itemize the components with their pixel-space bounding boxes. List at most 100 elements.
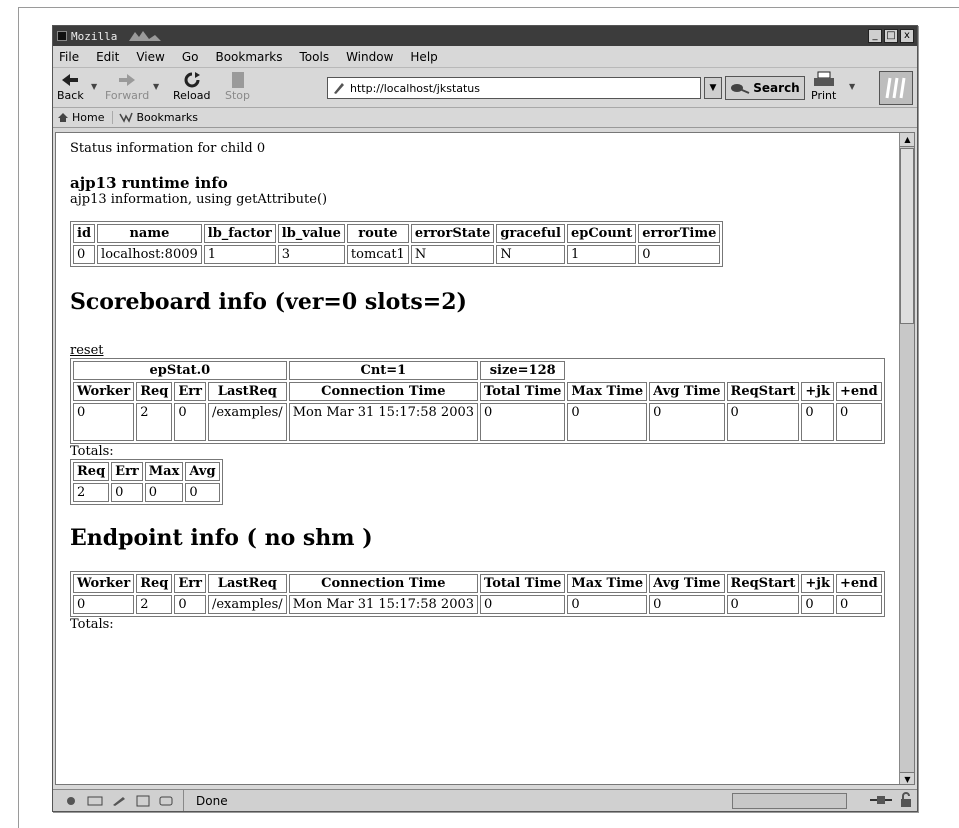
table-header-cell: Avg <box>185 462 220 481</box>
status-bar: Done <box>53 789 917 811</box>
table-cell: 0 <box>73 245 96 264</box>
window-controls: _ □ x <box>868 29 914 43</box>
table-row: 2 0 0 0 <box>73 483 220 502</box>
url-input[interactable]: http://localhost/jkstatus <box>327 77 701 99</box>
table-header-cell: Worker <box>73 574 135 593</box>
table-cell: 0 <box>174 595 206 614</box>
personal-toolbar: Home Bookmarks <box>53 108 917 128</box>
home-button[interactable]: Home <box>57 111 114 124</box>
print-label: Print <box>811 89 837 102</box>
reset-link[interactable]: reset <box>70 343 104 358</box>
table-cell: 0 <box>174 403 206 441</box>
table-header-cell: epStat.0 <box>73 361 287 380</box>
mozilla-throbber-icon[interactable] <box>879 71 913 105</box>
menu-window[interactable]: Window <box>346 50 393 64</box>
title-bar[interactable]: Mozilla _ □ x <box>53 26 917 46</box>
security-lock-icon[interactable] <box>899 792 913 811</box>
bookmarks-icon <box>119 112 134 123</box>
table-cell: Mon Mar 31 15:17:58 2003 <box>288 403 479 441</box>
back-dropdown-icon[interactable]: ▼ <box>91 82 97 91</box>
stop-icon <box>227 71 249 89</box>
menu-file[interactable]: File <box>59 50 79 64</box>
print-dropdown-icon[interactable]: ▼ <box>849 82 855 91</box>
forward-button[interactable]: Forward <box>105 71 149 102</box>
menu-tools[interactable]: Tools <box>300 50 330 64</box>
reload-label: Reload <box>173 89 211 102</box>
table-cell: 1 <box>203 245 276 264</box>
table-header-cell: name <box>97 224 202 243</box>
menu-go[interactable]: Go <box>182 50 199 64</box>
search-icon <box>731 84 750 94</box>
vertical-scrollbar[interactable]: ▲ ▼ <box>899 133 914 784</box>
table-cell: 0 <box>801 595 834 614</box>
table-cell: 0 <box>185 483 220 502</box>
minimize-button[interactable]: _ <box>868 29 882 43</box>
address-book-icon[interactable] <box>135 795 151 807</box>
chat-icon[interactable] <box>159 795 175 807</box>
table-cell: 3 <box>277 245 345 264</box>
print-button[interactable]: Print <box>811 71 836 102</box>
reload-button[interactable]: Reload <box>173 71 210 102</box>
table-header-cell: Worker <box>73 382 135 401</box>
scoreboard-heading: Scoreboard info (ver=0 slots=2) <box>70 289 467 315</box>
maximize-button[interactable]: □ <box>884 29 898 43</box>
home-label: Home <box>72 111 105 124</box>
search-button[interactable]: Search <box>725 76 805 100</box>
window-title: Mozilla <box>71 29 118 43</box>
navigator-icon[interactable] <box>63 795 79 807</box>
url-dropdown-button[interactable]: ▼ <box>704 77 722 99</box>
table-cell: 0 <box>801 403 834 441</box>
menu-bookmarks[interactable]: Bookmarks <box>215 50 282 64</box>
composer-icon[interactable] <box>111 795 127 807</box>
table-header-cell: Total Time <box>480 574 566 593</box>
scroll-thumb[interactable] <box>900 148 914 324</box>
progress-bar <box>732 793 847 809</box>
table-cell: 0 <box>835 595 882 614</box>
table-group-header-row: epStat.0 Cnt=1 size=128 <box>73 361 882 380</box>
table-header-cell: +jk <box>801 382 834 401</box>
table-cell: 0 <box>73 403 135 441</box>
table-cell: 0 <box>835 403 882 441</box>
reload-icon <box>181 71 203 89</box>
table-row: 0 localhost:8009 1 3 tomcat1 N N 1 0 <box>73 245 721 264</box>
table-cell: 0 <box>480 595 566 614</box>
totals-label: Totals: <box>70 444 114 459</box>
table-header-cell: size=128 <box>480 361 566 380</box>
menu-edit[interactable]: Edit <box>96 50 119 64</box>
table-cell: 0 <box>638 245 721 264</box>
totals-table: Req Err Max Avg 2 0 0 0 <box>70 459 223 505</box>
close-button[interactable]: x <box>900 29 914 43</box>
scroll-down-icon[interactable]: ▼ <box>900 772 914 784</box>
table-header-cell: +end <box>835 574 882 593</box>
forward-dropdown-icon[interactable]: ▼ <box>153 82 159 91</box>
table-cell: 0 <box>73 595 135 614</box>
page-icon <box>334 83 344 94</box>
back-arrow-icon <box>59 71 81 89</box>
table-header-cell: Max <box>144 462 184 481</box>
ajp-info-text: ajp13 information, using getAttribute() <box>70 192 328 207</box>
table-row: 0 2 0 /examples/ Mon Mar 31 15:17:58 200… <box>73 595 882 614</box>
search-label: Search <box>753 81 800 95</box>
table-header-cell: ReqStart <box>726 382 800 401</box>
status-indicators <box>869 792 913 811</box>
menu-view[interactable]: View <box>136 50 164 64</box>
bookmarks-button[interactable]: Bookmarks <box>119 111 205 124</box>
mail-icon[interactable] <box>87 795 103 807</box>
endpoint-heading: Endpoint info ( no shm ) <box>70 525 373 551</box>
menu-help[interactable]: Help <box>410 50 437 64</box>
table-cell: 0 <box>480 403 566 441</box>
table-cell: Mon Mar 31 15:17:58 2003 <box>288 595 479 614</box>
status-line: Status information for child 0 <box>70 141 266 156</box>
table-header-row: Worker Req Err LastReq Connection Time T… <box>73 382 882 401</box>
table-header-cell: Avg Time <box>649 574 725 593</box>
scroll-up-icon[interactable]: ▲ <box>900 133 914 147</box>
home-icon <box>58 113 68 122</box>
endpoint-table: Worker Req Err LastReq Connection Time T… <box>70 571 885 617</box>
back-button[interactable]: Back <box>57 71 84 102</box>
stop-button[interactable]: Stop <box>225 71 250 102</box>
table-header-cell: graceful <box>496 224 565 243</box>
table-header-cell: epCount <box>566 224 637 243</box>
online-status-icon[interactable] <box>869 792 893 811</box>
forward-label: Forward <box>105 89 150 102</box>
table-header-cell: Req <box>136 574 173 593</box>
